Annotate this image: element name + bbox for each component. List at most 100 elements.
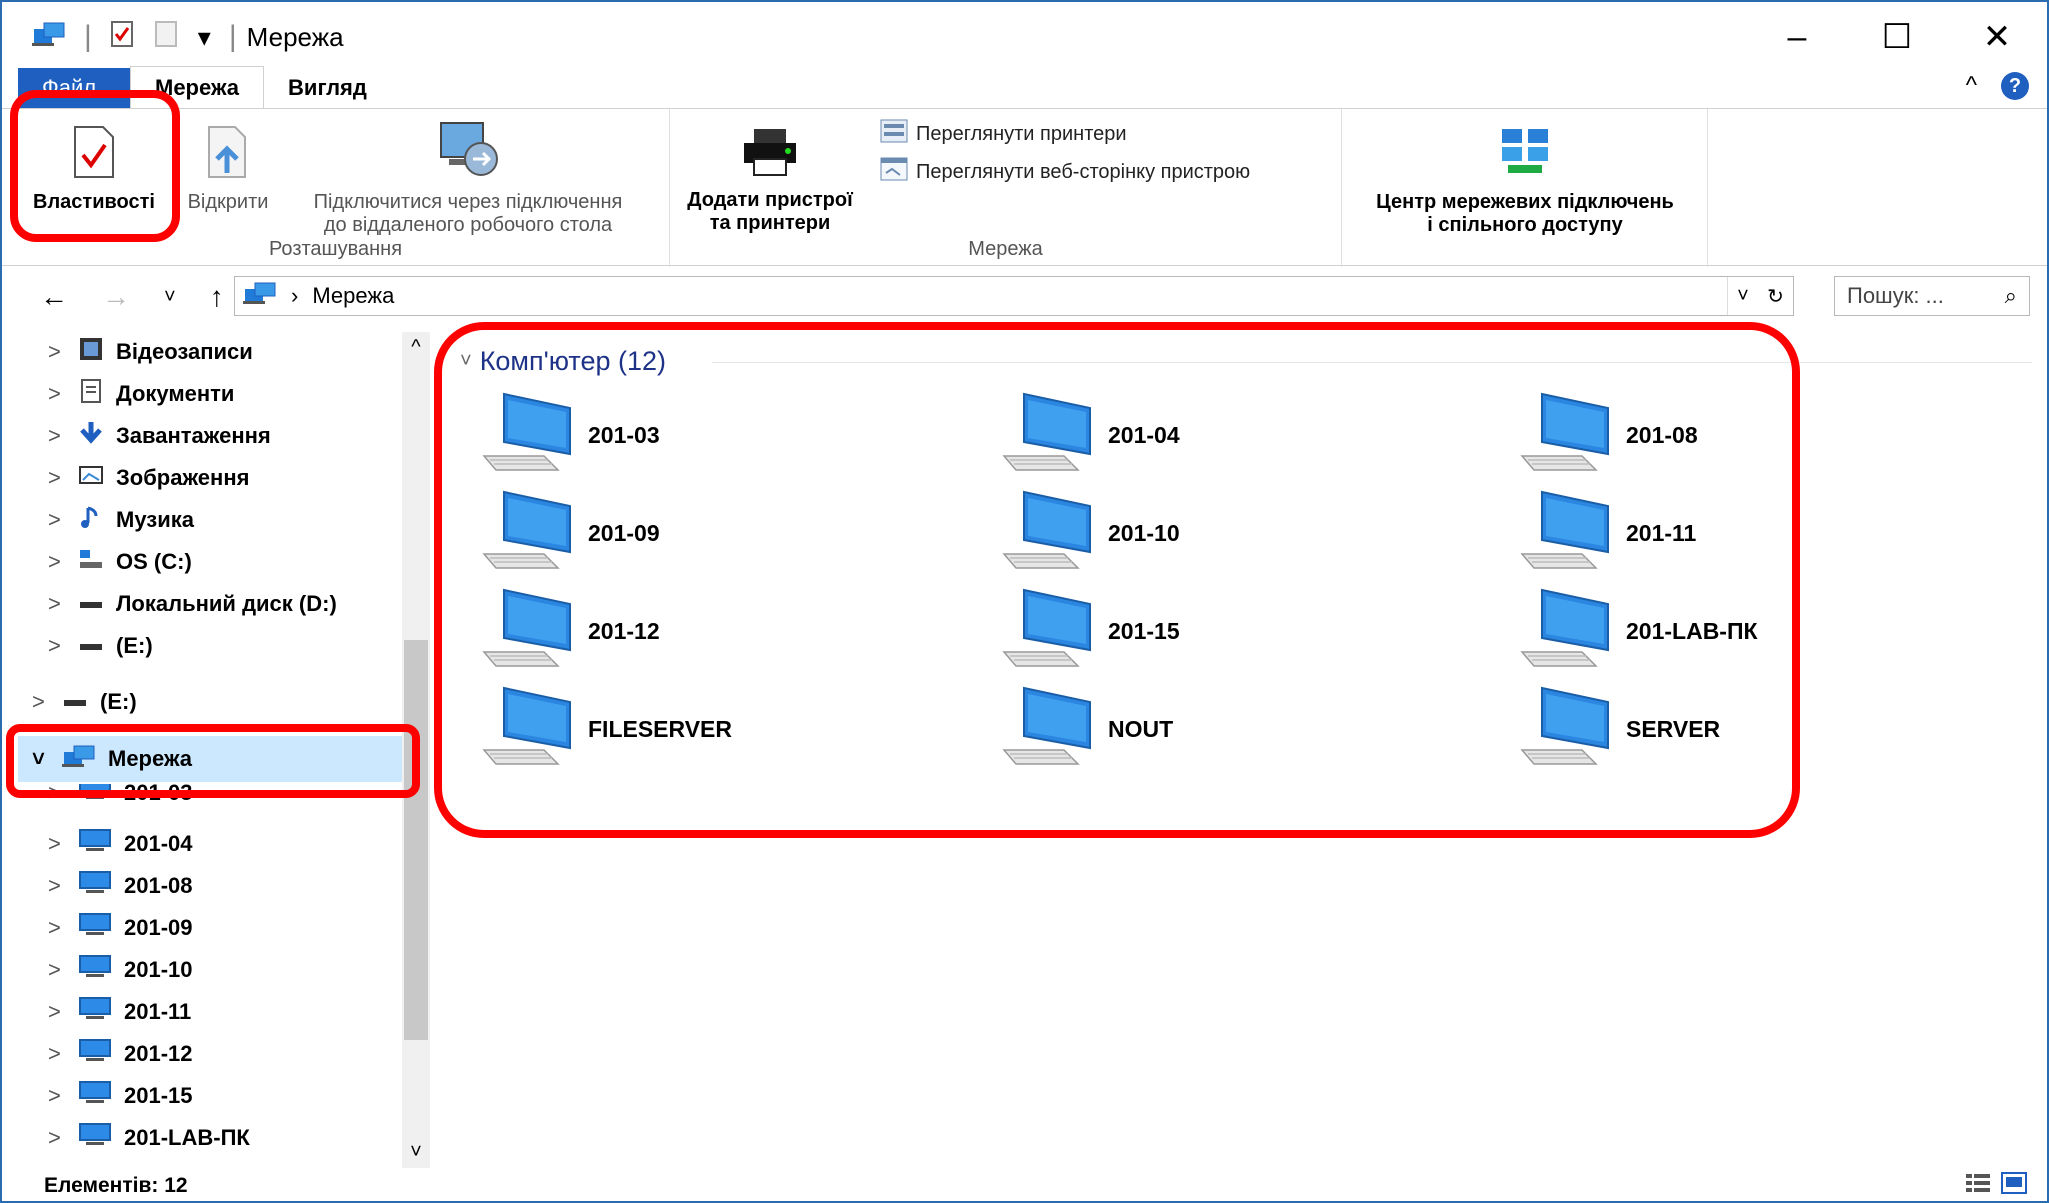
computer-name: 201-11 (1626, 519, 1697, 546)
recent-locations-button[interactable]: ˅ (164, 286, 176, 309)
expand-chevron[interactable]: > (48, 831, 78, 857)
nav-item-label: 201-15 (124, 1083, 193, 1108)
details-view-icon[interactable] (1965, 1172, 1991, 1200)
nav-item-drive-e-root[interactable]: > (E:) (32, 682, 137, 722)
forward-button[interactable]: → (102, 281, 130, 313)
help-icon[interactable]: ? (2001, 72, 2029, 100)
open-button[interactable]: Відкрити (178, 125, 278, 214)
collapse-chevron[interactable]: ˅ (32, 746, 62, 772)
properties-button[interactable]: Властивості (24, 125, 164, 214)
address-bar[interactable]: › Мережа ˅ ↻ (234, 276, 1794, 316)
quick-access-toolbar: | ▾ | (32, 19, 237, 56)
computer-name: 201-LAB-ПК (1626, 617, 1758, 644)
computer-tile[interactable]: 201-10 (1002, 488, 1180, 578)
computer-tile[interactable]: SERVER (1520, 684, 1720, 774)
tab-file[interactable]: Файл (18, 68, 130, 108)
nav-item-downloads[interactable]: > Завантаження (48, 416, 271, 456)
expand-chevron[interactable]: > (48, 999, 78, 1025)
tab-view[interactable]: Вигляд (264, 68, 391, 108)
computer-tile[interactable]: NOUT (1002, 684, 1173, 774)
breadcrumb-network[interactable]: Мережа (312, 283, 394, 309)
new-folder-quick-icon[interactable] (154, 20, 180, 55)
computer-tile[interactable]: 201-15 (1002, 586, 1180, 676)
properties-quick-icon[interactable] (110, 20, 136, 55)
expand-chevron[interactable]: > (32, 689, 62, 715)
ribbon-group-location: Властивості Відкрити Підключитися через … (2, 109, 670, 267)
computer-tile[interactable]: 201-11 (1520, 488, 1696, 578)
nav-scrollbar[interactable]: ^ ˅ (402, 332, 430, 1168)
expand-chevron[interactable]: > (48, 549, 78, 575)
expand-chevron[interactable]: > (48, 423, 78, 449)
nav-item-pictures[interactable]: > Зображення (48, 458, 249, 498)
nav-item-label: 201-04 (124, 831, 193, 856)
view-device-webpage-button[interactable]: Переглянути веб-сторінку пристрою (880, 157, 1250, 187)
expand-chevron[interactable]: > (48, 784, 78, 806)
address-dropdown-button[interactable]: ˅ (1737, 285, 1749, 308)
nav-item-201-08[interactable]: > 201-08 (48, 866, 193, 906)
nav-item-drive-e[interactable]: > (E:) (48, 626, 153, 666)
computer-tile[interactable]: 201-04 (1002, 390, 1180, 480)
nav-item-music[interactable]: > Музика (48, 500, 194, 540)
back-button[interactable]: ← (40, 281, 68, 313)
group-collapse-chevron[interactable]: ˅ (460, 350, 472, 373)
expand-chevron[interactable]: > (48, 381, 78, 407)
nav-item-network[interactable]: ˅ Мережа (18, 736, 402, 782)
nav-item-videos[interactable]: > Відеозаписи (48, 332, 253, 372)
expand-chevron[interactable]: > (48, 1041, 78, 1067)
expand-chevron[interactable]: > (48, 873, 78, 899)
scroll-up-button[interactable]: ^ (402, 336, 430, 359)
nav-item-os-drive[interactable]: > OS (C:) (48, 542, 192, 582)
large-icons-view-icon[interactable] (2001, 1172, 2027, 1200)
expand-chevron[interactable]: > (48, 1083, 78, 1109)
expand-chevron[interactable]: > (48, 465, 78, 491)
computer-tile[interactable]: 201-03 (482, 390, 660, 480)
view-printers-button[interactable]: Переглянути принтери (880, 119, 1127, 149)
remote-desktop-button[interactable]: Підключитися через підключення до віддал… (278, 119, 658, 237)
nav-item-201-11[interactable]: > 201-11 (48, 992, 191, 1032)
computer-icon (1002, 586, 1098, 677)
network-sharing-center-button[interactable]: Центр мережевих підключень і спільного д… (1342, 125, 1708, 237)
remote-desktop-label-2: до віддаленого робочого стола (323, 214, 613, 236)
expand-chevron[interactable]: > (48, 591, 78, 617)
nav-item-documents[interactable]: > Документи (48, 374, 234, 414)
expand-chevron[interactable]: > (48, 1125, 78, 1151)
computer-tile[interactable]: 201-08 (1520, 390, 1698, 480)
add-devices-button[interactable]: Додати пристрої та принтери (680, 127, 860, 235)
tab-network[interactable]: Мережа (130, 66, 265, 108)
scroll-down-button[interactable]: ˅ (402, 1141, 430, 1164)
up-button[interactable]: ↑ (210, 281, 224, 313)
close-button[interactable]: ✕ (1947, 2, 2047, 72)
collapse-ribbon-button[interactable]: ^ (1966, 72, 1977, 100)
computer-tile[interactable]: 201-LAB-ПК (1520, 586, 1758, 676)
expand-chevron[interactable]: > (48, 633, 78, 659)
computer-icon (482, 586, 578, 677)
computer-tile[interactable]: 201-09 (482, 488, 660, 578)
group-header[interactable]: ˅ Комп'ютер (12) (460, 346, 666, 377)
expand-chevron[interactable]: > (48, 915, 78, 941)
nav-item-drive-d[interactable]: > Локальний диск (D:) (48, 584, 337, 624)
expand-chevron[interactable]: > (48, 507, 78, 533)
computer-icon (1002, 684, 1098, 775)
search-icon[interactable]: ⌕ (2005, 283, 2017, 309)
expand-chevron[interactable]: > (48, 339, 78, 365)
computer-icon (78, 1038, 112, 1070)
nav-item-201-03[interactable]: > 201-03 (48, 784, 193, 806)
minimize-button[interactable]: – (1747, 2, 1847, 72)
refresh-button[interactable]: ↻ (1767, 284, 1784, 309)
ribbon-group-sharing: Центр мережевих підключень і спільного д… (1342, 109, 1708, 267)
expand-chevron[interactable]: > (48, 957, 78, 983)
nav-item-201-15[interactable]: > 201-15 (48, 1076, 193, 1116)
computer-tile[interactable]: FILESERVER (482, 684, 732, 774)
properties-label: Властивості (33, 191, 155, 213)
scroll-thumb[interactable] (404, 640, 428, 1040)
nav-item-201-04[interactable]: > 201-04 (48, 824, 193, 864)
nav-item-201-10[interactable]: > 201-10 (48, 950, 193, 990)
nav-item-201-lab-pc[interactable]: > 201-LAB-ПК (48, 1118, 250, 1158)
customize-toolbar-dropdown[interactable]: ▾ (198, 22, 211, 53)
computer-tile[interactable]: 201-12 (482, 586, 660, 676)
maximize-button[interactable]: ☐ (1847, 2, 1947, 72)
nav-item-201-09[interactable]: > 201-09 (48, 908, 193, 948)
nav-item-201-12[interactable]: > 201-12 (48, 1034, 193, 1074)
network-center-label-2: і спільного доступу (1427, 214, 1623, 236)
search-input[interactable]: Пошук: ... ⌕ (1834, 276, 2030, 316)
